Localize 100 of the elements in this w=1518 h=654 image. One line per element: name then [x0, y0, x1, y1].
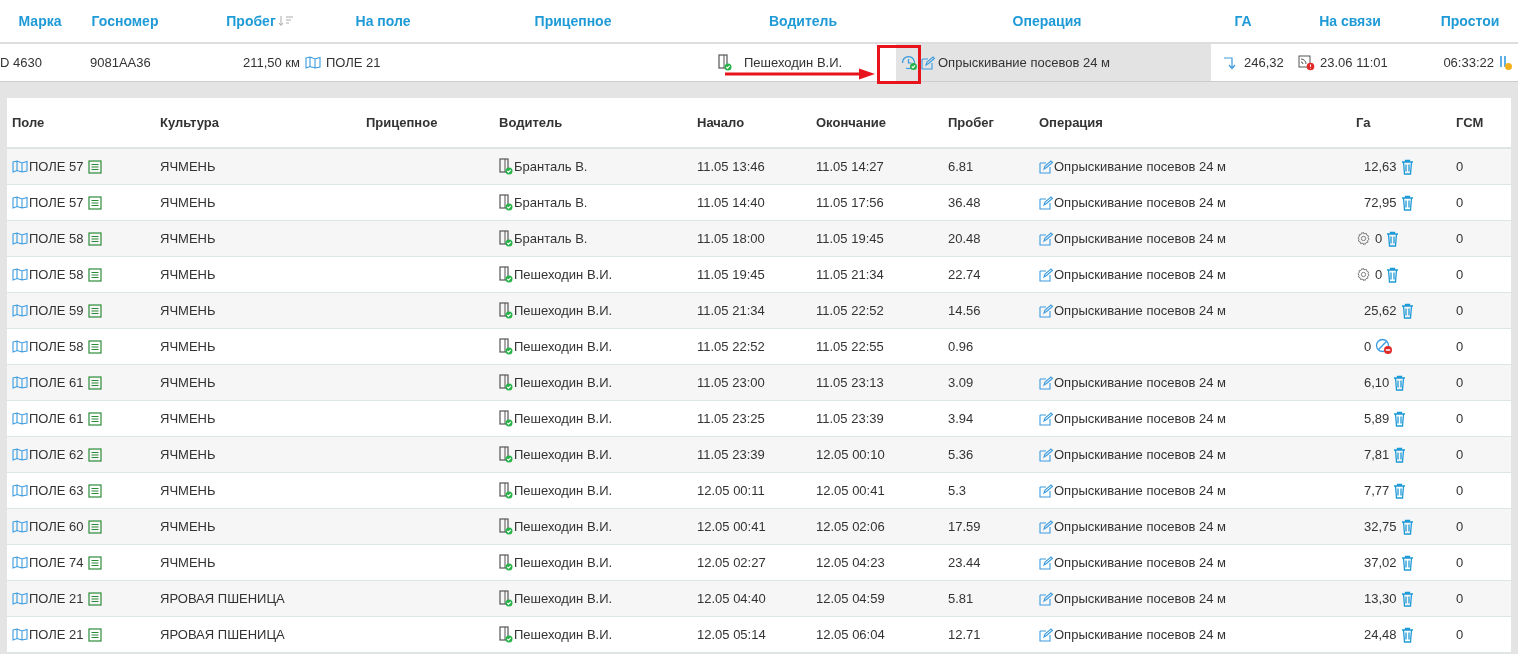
edit-icon[interactable] — [1039, 267, 1053, 282]
table-row[interactable]: ПОЛЕ 62 ЯЧМЕНЬ Пешеходин В.И. 11.05 23:39 12.05 00:10 5.36 Опрыскивание посевов 24 м 7,81 0 — [7, 437, 1511, 473]
map-icon[interactable] — [12, 412, 28, 425]
map-icon[interactable] — [12, 196, 28, 209]
crop-name: ЯЧМЕНЬ — [160, 159, 216, 174]
sort-icon[interactable] — [277, 15, 294, 27]
map-icon[interactable] — [12, 304, 28, 317]
edit-icon[interactable] — [1039, 447, 1053, 462]
hectares-value: 0 — [1364, 339, 1372, 354]
crop-name: ЯЧМЕНЬ — [160, 195, 216, 210]
table-row[interactable]: ПОЛЕ 58 ЯЧМЕНЬ Бранталь В. 11.05 18:00 11.05 19:45 20.48 Опрыскивание посевов 24 м 0 0 — [7, 221, 1511, 257]
edit-icon[interactable] — [1039, 519, 1053, 534]
driver-card-icon — [499, 158, 513, 175]
list-icon[interactable] — [87, 555, 102, 570]
column-header: Операция — [1039, 115, 1103, 130]
table-row[interactable]: ПОЛЕ 61 ЯЧМЕНЬ Пешеходин В.И. 11.05 23:00 11.05 23:13 3.09 Опрыскивание посевов 24 м 6,10 0 — [7, 365, 1511, 401]
map-icon[interactable] — [12, 340, 28, 353]
table-row[interactable]: ПОЛЕ 59 ЯЧМЕНЬ Пешеходин В.И. 11.05 21:34 11.05 22:52 14.56 Опрыскивание посевов 24 м 25,62 0 — [7, 293, 1511, 329]
operation-name: Опрыскивание посевов 24 м — [1054, 519, 1226, 534]
start-time: 12.05 00:41 — [697, 519, 766, 534]
edit-icon[interactable] — [1039, 375, 1053, 390]
table-row[interactable]: ПОЛЕ 21 ЯРОВАЯ ПШЕНИЦА Пешеходин В.И. 12.05 04:40 12.05 04:59 5.81 Опрыскивание посевов 24 м 13,30 0 — [7, 581, 1511, 617]
trash-icon[interactable] — [1400, 626, 1414, 643]
operation-name: Опрыскивание посевов 24 м — [1054, 375, 1226, 390]
list-icon[interactable] — [87, 411, 102, 426]
edit-icon[interactable] — [1039, 303, 1053, 318]
operation-name: Опрыскивание посевов 24 м — [1054, 159, 1226, 174]
list-icon[interactable] — [87, 339, 102, 354]
table-row[interactable]: ПОЛЕ 57 ЯЧМЕНЬ Бранталь В. 11.05 13:46 11.05 14:27 6.81 Опрыскивание посевов 24 м 12,63 0 — [7, 149, 1511, 185]
table-row[interactable]: ПОЛЕ 21 ЯРОВАЯ ПШЕНИЦА Пешеходин В.И. 12.05 05:14 12.05 06:04 12.71 Опрыскивание посевов 24 м 24,48 0 — [7, 617, 1511, 653]
trash-icon[interactable] — [1400, 194, 1414, 211]
trash-icon[interactable] — [1400, 302, 1414, 319]
end-time: 12.05 00:10 — [816, 447, 885, 462]
trash-icon[interactable] — [1393, 374, 1407, 391]
hectares-value: 13,30 — [1364, 591, 1397, 606]
gear-icon[interactable] — [1356, 267, 1371, 282]
trash-icon[interactable] — [1400, 590, 1414, 607]
end-time: 12.05 04:23 — [816, 555, 885, 570]
edit-icon[interactable] — [1039, 231, 1053, 246]
map-icon[interactable] — [305, 56, 321, 69]
edit-icon[interactable] — [921, 55, 935, 70]
map-icon[interactable] — [12, 376, 28, 389]
map-icon[interactable] — [12, 232, 28, 245]
map-icon[interactable] — [12, 268, 28, 281]
edit-icon[interactable] — [1039, 555, 1053, 570]
start-time: 12.05 05:14 — [697, 627, 766, 642]
operation-name: Опрыскивание посевов 24 м — [1054, 195, 1226, 210]
map-icon[interactable] — [12, 484, 28, 497]
list-icon[interactable] — [87, 231, 102, 246]
list-icon[interactable] — [87, 375, 102, 390]
operation-name: Опрыскивание посевов 24 м — [1054, 627, 1226, 642]
list-icon[interactable] — [87, 303, 102, 318]
trash-icon[interactable] — [1400, 554, 1414, 571]
pause-warning-icon — [1499, 54, 1513, 71]
trash-icon[interactable] — [1386, 266, 1400, 283]
list-icon[interactable] — [87, 519, 102, 534]
map-icon[interactable] — [12, 592, 28, 605]
field-name: ПОЛЕ 58 — [29, 339, 84, 354]
map-icon[interactable] — [12, 160, 28, 173]
hectares-value: 0 — [1375, 267, 1383, 282]
crop-name: ЯРОВАЯ ПШЕНИЦА — [160, 591, 285, 606]
mileage-value: 0.96 — [948, 339, 974, 354]
trash-icon[interactable] — [1400, 518, 1414, 535]
gear-icon[interactable] — [1356, 231, 1371, 246]
hectares-total: 246,32 — [1244, 55, 1284, 70]
edit-icon[interactable] — [1039, 195, 1053, 210]
operation-name: Опрыскивание посевов 24 м — [938, 55, 1110, 70]
map-icon[interactable] — [12, 448, 28, 461]
table-row[interactable]: ПОЛЕ 60 ЯЧМЕНЬ Пешеходин В.И. 12.05 00:41 12.05 02:06 17.59 Опрыскивание посевов 24 м 32,75 0 — [7, 509, 1511, 545]
clock-check-icon[interactable] — [900, 54, 918, 71]
map-icon[interactable] — [12, 520, 28, 533]
trash-icon[interactable] — [1386, 230, 1400, 247]
list-icon[interactable] — [87, 483, 102, 498]
edit-icon[interactable] — [1039, 159, 1053, 174]
edit-icon[interactable] — [1039, 483, 1053, 498]
edit-icon[interactable] — [1039, 591, 1053, 606]
list-icon[interactable] — [87, 447, 102, 462]
trash-icon[interactable] — [1393, 482, 1407, 499]
list-icon[interactable] — [87, 159, 102, 174]
trash-icon[interactable] — [1393, 446, 1407, 463]
list-icon[interactable] — [87, 267, 102, 282]
trash-icon[interactable] — [1393, 410, 1407, 427]
start-time: 12.05 04:40 — [697, 591, 766, 606]
trash-icon[interactable] — [1400, 158, 1414, 175]
driver-card-icon — [718, 54, 732, 71]
list-icon[interactable] — [87, 195, 102, 210]
crop-name: ЯРОВАЯ ПШЕНИЦА — [160, 627, 285, 642]
column-header: Начало — [697, 115, 745, 130]
idle-time: 06:33:22 — [1443, 55, 1494, 70]
list-icon[interactable] — [87, 627, 102, 642]
list-icon[interactable] — [87, 591, 102, 606]
blocked-icon[interactable] — [1375, 338, 1394, 355]
edit-icon[interactable] — [1039, 627, 1053, 642]
map-icon[interactable] — [12, 556, 28, 569]
column-header: Га — [1356, 115, 1371, 130]
mileage-value: 211,50 км — [242, 55, 300, 70]
driver-card-icon — [499, 266, 513, 283]
edit-icon[interactable] — [1039, 411, 1053, 426]
signal-alert-icon — [1298, 54, 1315, 71]
map-icon[interactable] — [12, 628, 28, 641]
